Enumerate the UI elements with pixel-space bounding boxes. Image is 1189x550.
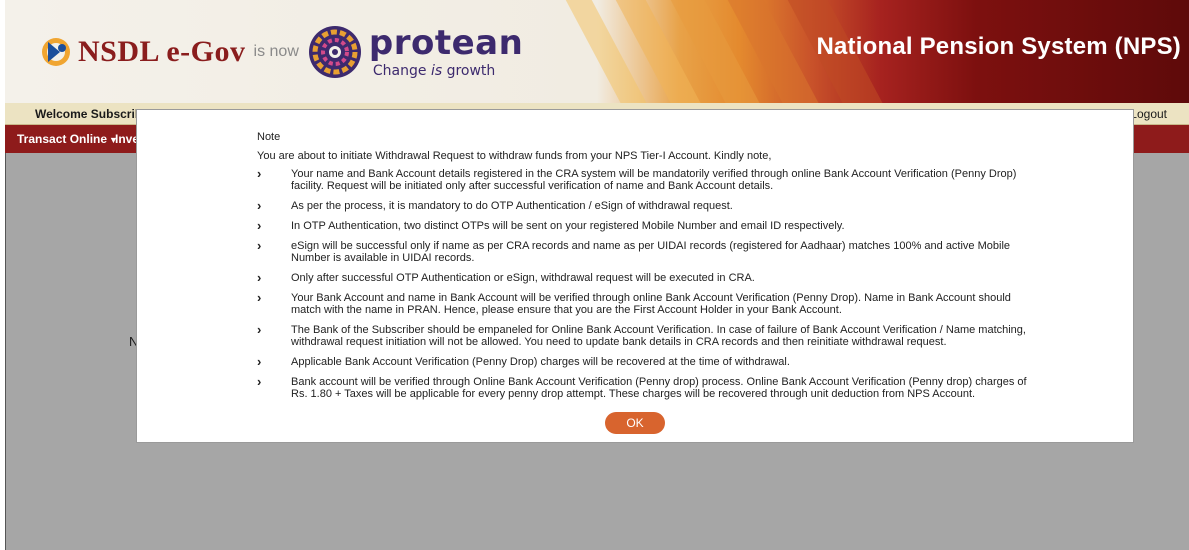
- tagline-is: is: [430, 63, 443, 79]
- chevron-right-icon: ›: [257, 198, 262, 213]
- logout-link[interactable]: Logout: [1130, 107, 1167, 121]
- note-item: › Your name and Bank Account details regi…: [257, 166, 1037, 192]
- nsdl-logo-icon: [42, 38, 70, 66]
- note-text: Bank account will be verified through On…: [291, 376, 1027, 400]
- chevron-right-icon: ›: [257, 354, 262, 369]
- brand-is-now: is now: [253, 43, 299, 60]
- note-text: The Bank of the Subscriber should be emp…: [291, 324, 1026, 348]
- note-list: › Your name and Bank Account details regi…: [257, 166, 1037, 408]
- note-text: Only after successful OTP Authentication…: [291, 272, 755, 284]
- tagline-prefix: Change: [372, 63, 431, 79]
- dialog-intro: You are about to initiate Withdrawal Req…: [257, 150, 772, 162]
- protean-brand: protean Change is growth: [369, 26, 523, 78]
- chevron-right-icon: ›: [257, 322, 262, 337]
- site-header: NSDL e-Gov is now protean Change is grow…: [5, 0, 1189, 103]
- tagline-suffix: growth: [442, 63, 496, 79]
- chevron-right-icon: ›: [257, 290, 262, 305]
- chevron-right-icon: ›: [257, 166, 262, 181]
- note-item: › In OTP Authentication, two distinct OTP…: [257, 218, 1037, 233]
- chevron-right-icon: ›: [257, 238, 262, 253]
- note-item: › Applicable Bank Account Verification (P…: [257, 354, 1037, 369]
- note-text: Your Bank Account and name in Bank Accou…: [291, 292, 1011, 316]
- note-text: eSign will be successful only if name as…: [291, 240, 1011, 264]
- protean-brand-text: protean: [368, 23, 524, 63]
- menu-item-transact-online[interactable]: Transact Online ▼: [17, 132, 118, 146]
- note-item: › Only after successful OTP Authenticatio…: [257, 270, 1037, 285]
- system-title: National Pension System (NPS): [816, 33, 1181, 60]
- note-text: Your name and Bank Account details regis…: [291, 168, 1017, 192]
- chevron-right-icon: ›: [257, 270, 262, 285]
- welcome-text: Welcome Subscribe: [35, 107, 149, 121]
- withdrawal-note-dialog: Note You are about to initiate Withdrawa…: [136, 109, 1134, 443]
- note-item: › As per the process, it is mandatory to …: [257, 198, 1037, 213]
- note-text: Applicable Bank Account Verification (Pe…: [291, 356, 790, 368]
- chevron-right-icon: ›: [257, 218, 262, 233]
- ok-button[interactable]: OK: [605, 412, 665, 434]
- note-text: As per the process, it is mandatory to d…: [291, 200, 733, 212]
- note-item: › The Bank of the Subscriber should be em…: [257, 322, 1037, 348]
- note-text: In OTP Authentication, two distinct OTPs…: [291, 220, 845, 232]
- protean-tagline: Change is growth: [373, 64, 523, 78]
- note-item: › Your Bank Account and name in Bank Acco…: [257, 290, 1037, 316]
- note-item: › eSign will be successful only if name a…: [257, 238, 1037, 264]
- menu-item-label: Transact Online: [17, 132, 108, 146]
- chevron-right-icon: ›: [257, 374, 262, 389]
- nsdl-brand-text: NSDL e-Gov: [78, 35, 246, 68]
- protean-logo-icon: [308, 26, 361, 78]
- brand-logo[interactable]: NSDL e-Gov is now protean Change is grow…: [40, 22, 523, 82]
- dialog-title: Note: [257, 131, 281, 143]
- note-item: › Bank account will be verified through O…: [257, 374, 1037, 400]
